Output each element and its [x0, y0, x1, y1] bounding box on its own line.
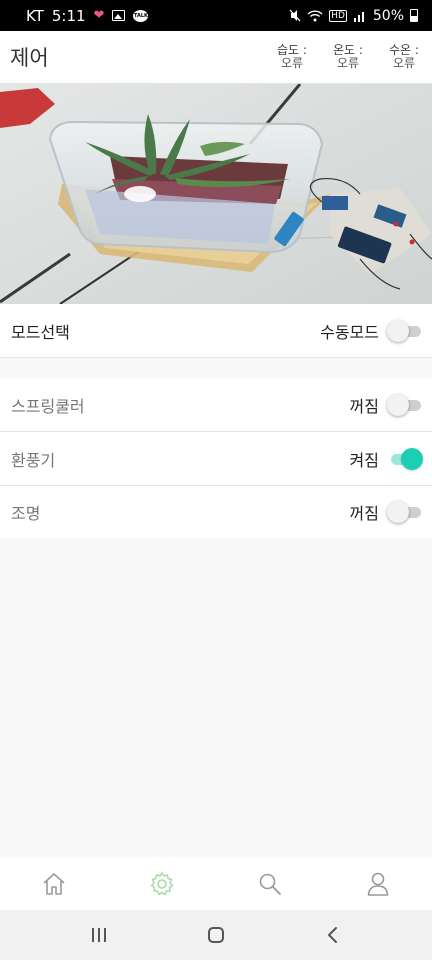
- heart-notification-icon: ❤: [93, 8, 105, 23]
- nav-settings-button[interactable]: [132, 857, 192, 910]
- light-label: 조명: [11, 504, 41, 523]
- light-row: 조명 꺼짐: [0, 486, 432, 538]
- clock: 5:11: [51, 6, 86, 25]
- divider: [0, 357, 432, 358]
- fan-toggle[interactable]: [387, 447, 423, 471]
- app-header: 제어 습도 : 오류 온도 : 오류 수온 : 오류: [0, 31, 432, 84]
- wifi-icon: [307, 9, 323, 21]
- battery-icon: [410, 9, 418, 22]
- profile-icon: [367, 872, 389, 896]
- humidity-value: 오류: [280, 56, 304, 70]
- sprinkler-state-text: 꺼짐: [349, 397, 379, 416]
- fan-toggle-knob: [401, 447, 423, 470]
- sensor-readouts: 습도 : 오류 온도 : 오류 수온 : 오류: [274, 44, 422, 70]
- mode-toggle[interactable]: [387, 319, 421, 343]
- recent-apps-button[interactable]: [74, 910, 124, 960]
- home-system-button[interactable]: [191, 910, 241, 960]
- light-toggle-knob: [387, 501, 409, 523]
- humidity-readout: 습도 : 오류: [274, 44, 310, 70]
- mute-icon: [289, 9, 301, 22]
- page-title: 제어: [10, 46, 49, 70]
- carrier-label: KT: [26, 6, 44, 25]
- mode-select-row: 모드선택 수동모드: [0, 304, 432, 357]
- system-nav-bar: [0, 910, 432, 960]
- mode-select-label: 모드선택: [11, 322, 70, 342]
- mode-state-text: 수동모드: [320, 322, 379, 342]
- signal-icon: [353, 11, 364, 22]
- temperature-value: 오류: [336, 56, 360, 70]
- home-square-icon: [207, 927, 224, 943]
- settings-gear-icon: [150, 871, 174, 895]
- recent-apps-icon: [91, 928, 106, 942]
- fan-row: 환풍기 켜짐: [0, 432, 432, 485]
- bottom-nav: [0, 857, 432, 910]
- nav-home-button[interactable]: [24, 857, 84, 910]
- water-temp-value: 오류: [392, 56, 416, 70]
- sprinkler-toggle-knob: [387, 394, 409, 416]
- nav-search-button[interactable]: [240, 857, 300, 910]
- back-chevron-icon: [328, 927, 338, 943]
- nav-profile-button[interactable]: [348, 857, 408, 910]
- mode-toggle-knob: [387, 319, 409, 342]
- temperature-readout: 온도 : 오류: [330, 44, 366, 70]
- search-icon: [259, 873, 281, 895]
- light-state-text: 꺼짐: [349, 504, 379, 523]
- fan-label: 환풍기: [11, 450, 56, 470]
- network-type-label: HD: [329, 9, 347, 22]
- sprinkler-row: 스프링쿨러 꺼짐: [0, 379, 432, 431]
- back-button[interactable]: [308, 910, 358, 960]
- sprinkler-label: 스프링쿨러: [11, 397, 85, 416]
- water-temp-readout: 수온 : 오류: [386, 44, 422, 70]
- home-icon: [43, 872, 65, 895]
- fan-state-text: 켜짐: [349, 450, 379, 470]
- battery-percent: 50%: [372, 7, 404, 24]
- chat-notification-icon: TALK: [133, 9, 149, 22]
- sprinkler-toggle[interactable]: [387, 393, 421, 417]
- planter-photo: [0, 84, 432, 304]
- light-toggle[interactable]: [387, 500, 421, 524]
- status-bar: KT 5:11 ❤ TALK HD 50%: [0, 0, 432, 31]
- image-notification-icon: [112, 10, 126, 21]
